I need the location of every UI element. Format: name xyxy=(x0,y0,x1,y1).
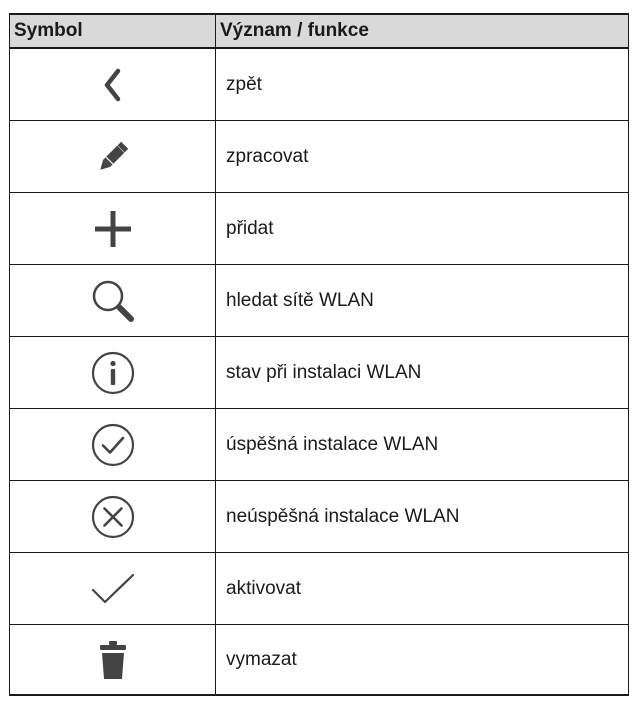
table-row: aktivovat xyxy=(9,552,629,625)
header-symbol: Symbol xyxy=(9,13,216,49)
x-circle-icon xyxy=(90,494,136,540)
symbol-cell xyxy=(9,408,216,481)
table-row: zpět xyxy=(9,47,629,121)
meaning-cell: stav při instalaci WLAN xyxy=(215,336,629,409)
table-row: přidat xyxy=(9,192,629,265)
meaning-cell: přidat xyxy=(215,192,629,265)
trash-icon xyxy=(99,640,127,680)
meaning-cell: hledat sítě WLAN xyxy=(215,264,629,337)
table-row: neúspěšná instalace WLAN xyxy=(9,480,629,553)
symbol-cell xyxy=(9,120,216,193)
pencil-icon xyxy=(93,137,133,177)
table-row: zpracovat xyxy=(9,120,629,193)
meaning-cell: vymazat xyxy=(215,624,629,696)
symbol-cell xyxy=(9,552,216,625)
table-row: úspěšná instalace WLAN xyxy=(9,408,629,481)
back-chevron-icon xyxy=(103,68,123,102)
symbol-cell xyxy=(9,336,216,409)
plus-icon xyxy=(93,209,133,249)
meaning-cell: zpracovat xyxy=(215,120,629,193)
symbol-cell xyxy=(9,264,216,337)
symbol-table: Symbol Význam / funkce zpět zpracovat př… xyxy=(9,13,629,696)
info-circle-icon xyxy=(90,350,136,396)
meaning-cell: aktivovat xyxy=(215,552,629,625)
meaning-cell: neúspěšná instalace WLAN xyxy=(215,480,629,553)
symbol-cell xyxy=(9,47,216,121)
search-icon xyxy=(90,278,136,324)
check-circle-icon xyxy=(90,422,136,468)
header-meaning: Význam / funkce xyxy=(215,13,629,49)
symbol-cell xyxy=(9,624,216,696)
table-header-row: Symbol Význam / funkce xyxy=(9,13,629,49)
symbol-cell xyxy=(9,480,216,553)
meaning-cell: úspěšná instalace WLAN xyxy=(215,408,629,481)
table-row: stav při instalaci WLAN xyxy=(9,336,629,409)
table-row: hledat sítě WLAN xyxy=(9,264,629,337)
meaning-cell: zpět xyxy=(215,47,629,121)
symbol-cell xyxy=(9,192,216,265)
checkmark-icon xyxy=(90,572,136,606)
table-row: vymazat xyxy=(9,624,629,696)
